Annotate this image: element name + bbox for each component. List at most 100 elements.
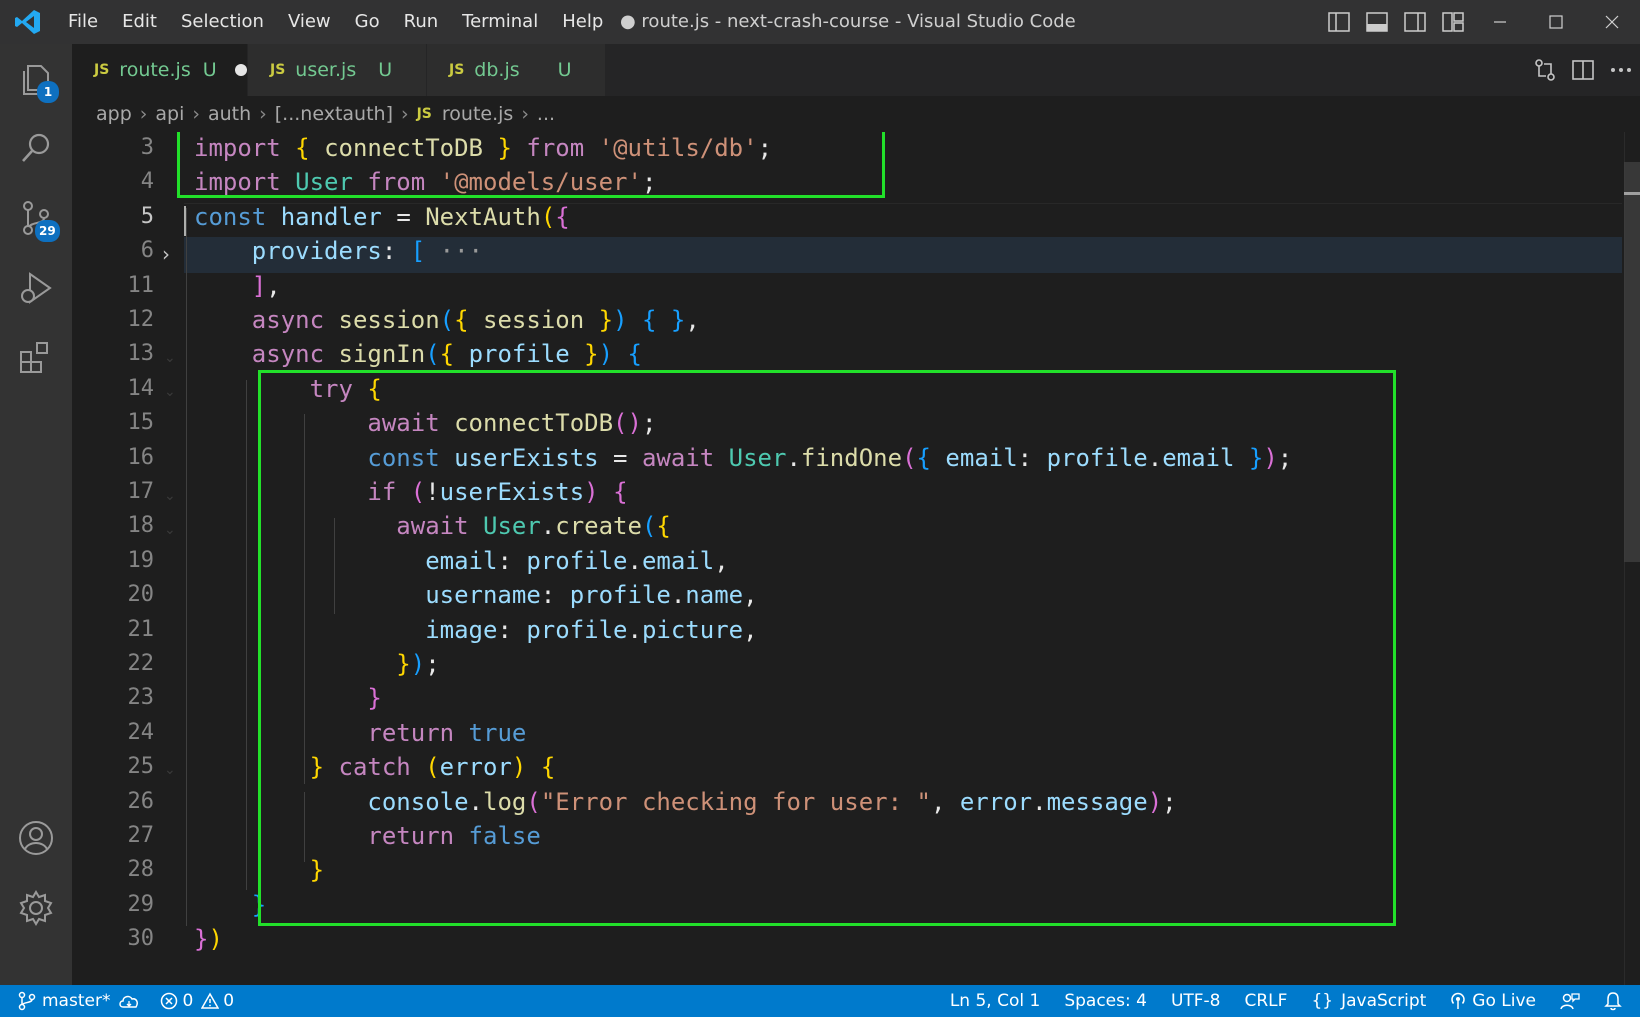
error-icon [161,992,178,1010]
code-line[interactable]: 5 const handler = NextAuth({ [72,199,1622,235]
language-mode[interactable]: {} JavaScript [1297,985,1436,1017]
unsaved-dot-icon[interactable] [234,64,247,76]
explorer-icon[interactable]: 1 [0,46,72,114]
chevron-down-icon[interactable]: ⌄ [164,752,176,788]
chevron-right-icon: › [259,103,267,125]
breadcrumb-item[interactable]: app [96,103,132,125]
search-icon[interactable] [0,114,72,182]
tab-label: user.js [295,59,357,81]
code-text: ], [251,271,281,300]
problems-indicator[interactable]: 0 0 [150,985,244,1017]
javascript-file-icon: JS [449,62,465,78]
code-line[interactable]: 12 async session({ session }) { }, [72,302,1622,338]
line-number: 24 [127,719,155,745]
run-and-debug-icon[interactable] [0,254,72,322]
menu-go[interactable]: Go [343,0,392,44]
chevron-down-icon[interactable]: ⌄ [164,512,176,548]
line-number: 20 [127,582,155,608]
line-number: 21 [127,616,155,642]
code-text: providers: [ ··· [251,237,484,266]
chevron-down-icon[interactable]: ⌄ [164,374,176,410]
menu-selection[interactable]: Selection [169,0,276,44]
line-number: 11 [127,272,155,298]
more-actions-icon[interactable] [1602,44,1640,96]
broadcast-icon [1451,992,1466,1009]
explorer-badge: 1 [37,81,59,103]
source-control-icon[interactable]: 29 [0,184,72,252]
code-line[interactable]: 13 async signIn({ profile }) { [72,336,1622,372]
vscode-logo-icon [0,0,56,44]
notifications-bell-icon[interactable] [1590,985,1640,1017]
breadcrumb-file[interactable]: route.js [442,103,513,125]
line-number: 15 [127,410,155,436]
line-number: 17 [127,479,155,504]
go-live-button[interactable]: Go Live [1436,985,1546,1017]
code-line[interactable]: 11 ], [72,268,1622,304]
text-cursor [184,206,186,236]
menu-file[interactable]: File [56,0,110,44]
line-number: 27 [127,823,155,848]
close-icon[interactable] [1584,0,1640,44]
end-of-line[interactable]: CRLF [1231,985,1298,1017]
menu-edit[interactable]: Edit [110,0,169,44]
line-number: 18 [127,513,155,539]
customize-layout-icon[interactable] [1434,0,1472,44]
toggle-primary-sidebar-icon[interactable] [1320,0,1358,44]
tab-user-js[interactable]: JS user.js U [248,44,426,96]
breadcrumb-item[interactable]: [...nextauth] [275,103,393,125]
split-editor-icon[interactable] [1564,44,1602,96]
line-number: 6 [140,238,154,264]
javascript-file-icon: JS [94,62,110,78]
menu-help[interactable]: Help [550,0,615,44]
menu-terminal[interactable]: Terminal [450,0,550,44]
line-number: 12 [127,307,155,332]
code-line[interactable]: 6 providers: [ ··· [72,233,1622,269]
breadcrumb-symbol[interactable]: ... [537,103,555,125]
open-changes-icon[interactable] [1526,44,1564,96]
line-number: 16 [127,444,155,470]
scrollbar-cursor-marker [1624,192,1640,195]
manage-gear-icon[interactable] [0,874,72,942]
chevron-right-icon[interactable]: › [162,236,170,272]
javascript-file-icon: JS [416,106,432,122]
tab-route-js[interactable]: JS route.js U [72,44,247,96]
code-text: async signIn({ profile }) { [251,340,642,369]
cursor-position[interactable]: Ln 5, Col 1 [940,985,1051,1017]
extensions-icon[interactable] [0,324,72,392]
menu-run[interactable]: Run [392,0,451,44]
line-number: 22 [127,651,155,676]
tab-label: route.js [119,59,191,81]
breadcrumb-item[interactable]: auth [208,103,251,125]
vertical-scrollbar[interactable] [1624,132,1640,985]
error-count: 0 [182,991,194,1011]
branch-indicator[interactable]: master* [0,985,150,1017]
indentation[interactable]: Spaces: 4 [1050,985,1157,1017]
source-control-badge: 29 [35,220,60,242]
highlight-box-imports [177,132,885,198]
chevron-down-icon[interactable]: ⌄ [164,340,176,376]
code-editor[interactable]: 3 import { connectToDB } from '@utils/db'… [72,132,1640,985]
chevron-right-icon: › [521,103,529,125]
line-number: 13 [127,341,155,367]
minimize-icon[interactable] [1472,0,1528,44]
encoding[interactable]: UTF-8 [1157,985,1231,1017]
chevron-down-icon[interactable]: ⌄ [164,478,176,514]
feedback-icon[interactable] [1546,985,1590,1017]
tab-git-status: U [557,59,572,81]
line-number: 30 [127,926,155,952]
window-title: ● route.js - next-crash-course - Visual … [620,11,1076,32]
tab-git-status: U [202,59,217,81]
language-label: JavaScript [1341,991,1427,1011]
tab-db-js[interactable]: JS db.js U [427,44,605,96]
menu-view[interactable]: View [276,0,343,44]
toggle-panel-icon[interactable] [1358,0,1396,44]
toggle-secondary-sidebar-icon[interactable] [1396,0,1434,44]
tab-git-status: U [378,59,393,81]
breadcrumb-item[interactable]: api [155,103,184,125]
code-line[interactable]: 30}) [72,921,1622,957]
accounts-icon[interactable] [0,804,72,872]
sync-cloud-icon[interactable] [118,993,140,1009]
maximize-icon[interactable] [1528,0,1584,44]
scrollbar-thumb[interactable] [1624,162,1640,562]
line-number: 26 [127,788,155,814]
